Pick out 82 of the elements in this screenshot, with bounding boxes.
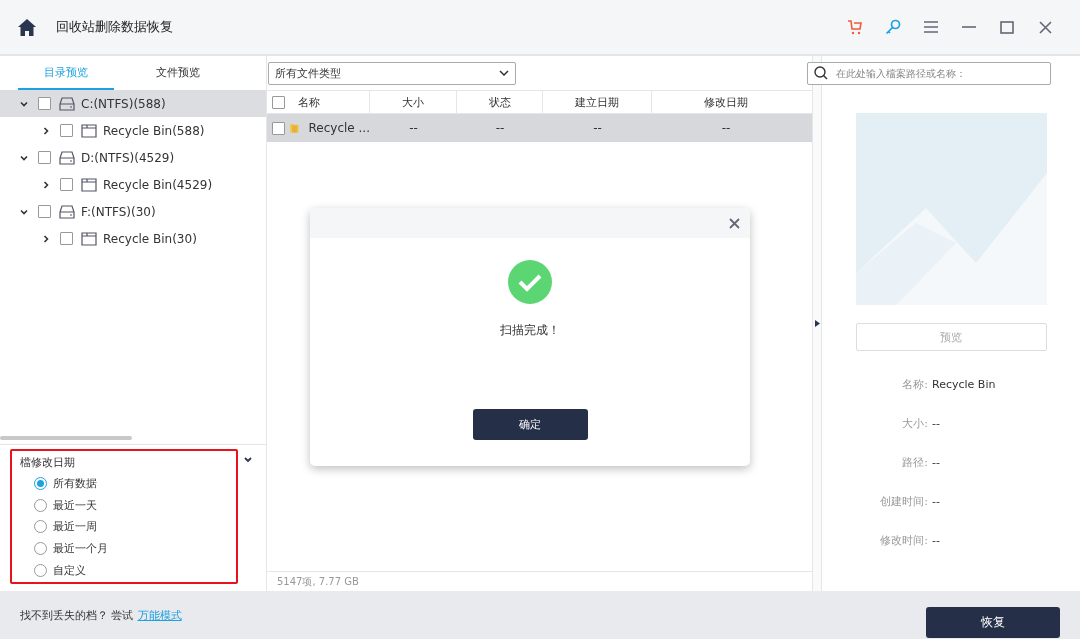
folder-icon: [81, 231, 97, 246]
filter-title: 檔修改日期: [20, 455, 76, 470]
radio-button[interactable]: [34, 563, 47, 577]
dialog-message: 扫描完成！: [500, 322, 560, 339]
column-header[interactable]: 大小: [370, 91, 457, 113]
tree-item[interactable]: C:(NTFS)(588): [0, 90, 266, 117]
caret-icon[interactable]: [20, 153, 28, 162]
caret-icon[interactable]: [20, 99, 28, 108]
tree-item-label: C:(NTFS)(588): [81, 96, 166, 111]
table-cell-text: --: [494, 121, 506, 135]
tree-item[interactable]: Recycle Bin(4529): [0, 171, 266, 198]
tree-item[interactable]: Recycle Bin(588): [0, 117, 266, 144]
table-row[interactable]: Recycle ... -- -- -- --: [267, 114, 812, 142]
radio-button[interactable]: [34, 520, 47, 534]
field-value: --: [932, 456, 940, 469]
tree-item-label: Recycle Bin(30): [103, 231, 197, 246]
checkbox[interactable]: [272, 121, 285, 135]
tree-item[interactable]: Recycle Bin(30): [0, 225, 266, 252]
radio-button[interactable]: [34, 542, 47, 556]
drive-icon: [59, 96, 75, 111]
table-cell-text: --: [592, 121, 603, 135]
field-label: 大小:: [901, 416, 929, 431]
column-header[interactable]: 建立日期: [543, 91, 652, 113]
column-header[interactable]: 名称: [290, 91, 370, 113]
tree-item-label: Recycle Bin(4529): [103, 177, 213, 192]
chevron-icon[interactable]: [499, 70, 509, 76]
checkbox[interactable]: [60, 232, 73, 245]
chevron-icon[interactable]: [244, 457, 252, 463]
checkbox[interactable]: [60, 124, 73, 137]
folder-icon: [81, 177, 97, 192]
field-value: --: [932, 534, 940, 547]
caret-icon[interactable]: [42, 234, 50, 243]
radio-button[interactable]: [34, 498, 47, 512]
restore-button[interactable]: 恢复: [926, 606, 1060, 638]
radio-option[interactable]: 最近一天: [34, 497, 228, 514]
column-header[interactable]: 修改日期: [652, 91, 800, 113]
tree-item[interactable]: D:(NTFS)(4529): [0, 144, 266, 171]
scrollbar[interactable]: [0, 436, 132, 440]
success-icon: [508, 260, 552, 304]
radio-option[interactable]: 最近一周: [34, 519, 228, 535]
tree-item-label: F:(NTFS)(30): [81, 204, 156, 219]
window-title: 回收站删除数据恢复: [56, 18, 174, 36]
table-cell: Recycle ...: [308, 121, 370, 135]
checkbox[interactable]: [38, 205, 51, 218]
field-label: 修改时间:: [879, 533, 929, 548]
folder-icon: [290, 121, 299, 135]
radio-option[interactable]: 所有数据: [34, 476, 228, 492]
field-label: 名称:: [901, 377, 929, 392]
table-cell-text: --: [408, 121, 419, 135]
search-field[interactable]: 在此处输入檔案路径或名称：: [807, 62, 1051, 85]
home-icon[interactable]: [18, 18, 36, 36]
field-label: 路径:: [901, 455, 929, 470]
hint-text: 找不到丢失的档？ 尝试: [20, 607, 134, 623]
radio-option[interactable]: 最近一个月: [34, 540, 228, 557]
table-cell-text: --: [720, 121, 732, 135]
field-value: --: [932, 495, 940, 508]
checkbox[interactable]: [38, 97, 51, 110]
drive-icon: [59, 204, 75, 219]
tree-item[interactable]: F:(NTFS)(30): [0, 198, 266, 225]
folder-icon: [81, 123, 97, 138]
file-type-select[interactable]: 所有文件类型: [268, 61, 516, 85]
image-placeholder-icon: [855, 113, 1047, 305]
field-value: Recycle Bin: [932, 378, 996, 391]
close-icon[interactable]: [729, 217, 740, 229]
caret-icon[interactable]: [42, 126, 50, 135]
checkbox[interactable]: [272, 95, 285, 109]
expand-arrow-icon[interactable]: [814, 320, 820, 327]
search-icon: [814, 66, 828, 80]
tree-item-label: D:(NTFS)(4529): [81, 150, 175, 165]
tab[interactable]: 文件预览: [114, 56, 242, 90]
column-header[interactable]: 状态: [457, 91, 543, 113]
radio-option[interactable]: 自定义: [34, 562, 228, 578]
drive-icon: [59, 150, 75, 165]
radio-button[interactable]: [34, 477, 47, 491]
field-value: --: [932, 417, 940, 430]
checkbox[interactable]: [60, 178, 73, 191]
checkbox[interactable]: [38, 151, 51, 164]
field-label: 创建时间:: [879, 494, 929, 509]
caret-icon[interactable]: [42, 180, 50, 189]
tree-item-label: Recycle Bin(588): [103, 123, 205, 138]
ok-button[interactable]: 确定: [472, 409, 588, 440]
caret-icon[interactable]: [20, 207, 28, 216]
